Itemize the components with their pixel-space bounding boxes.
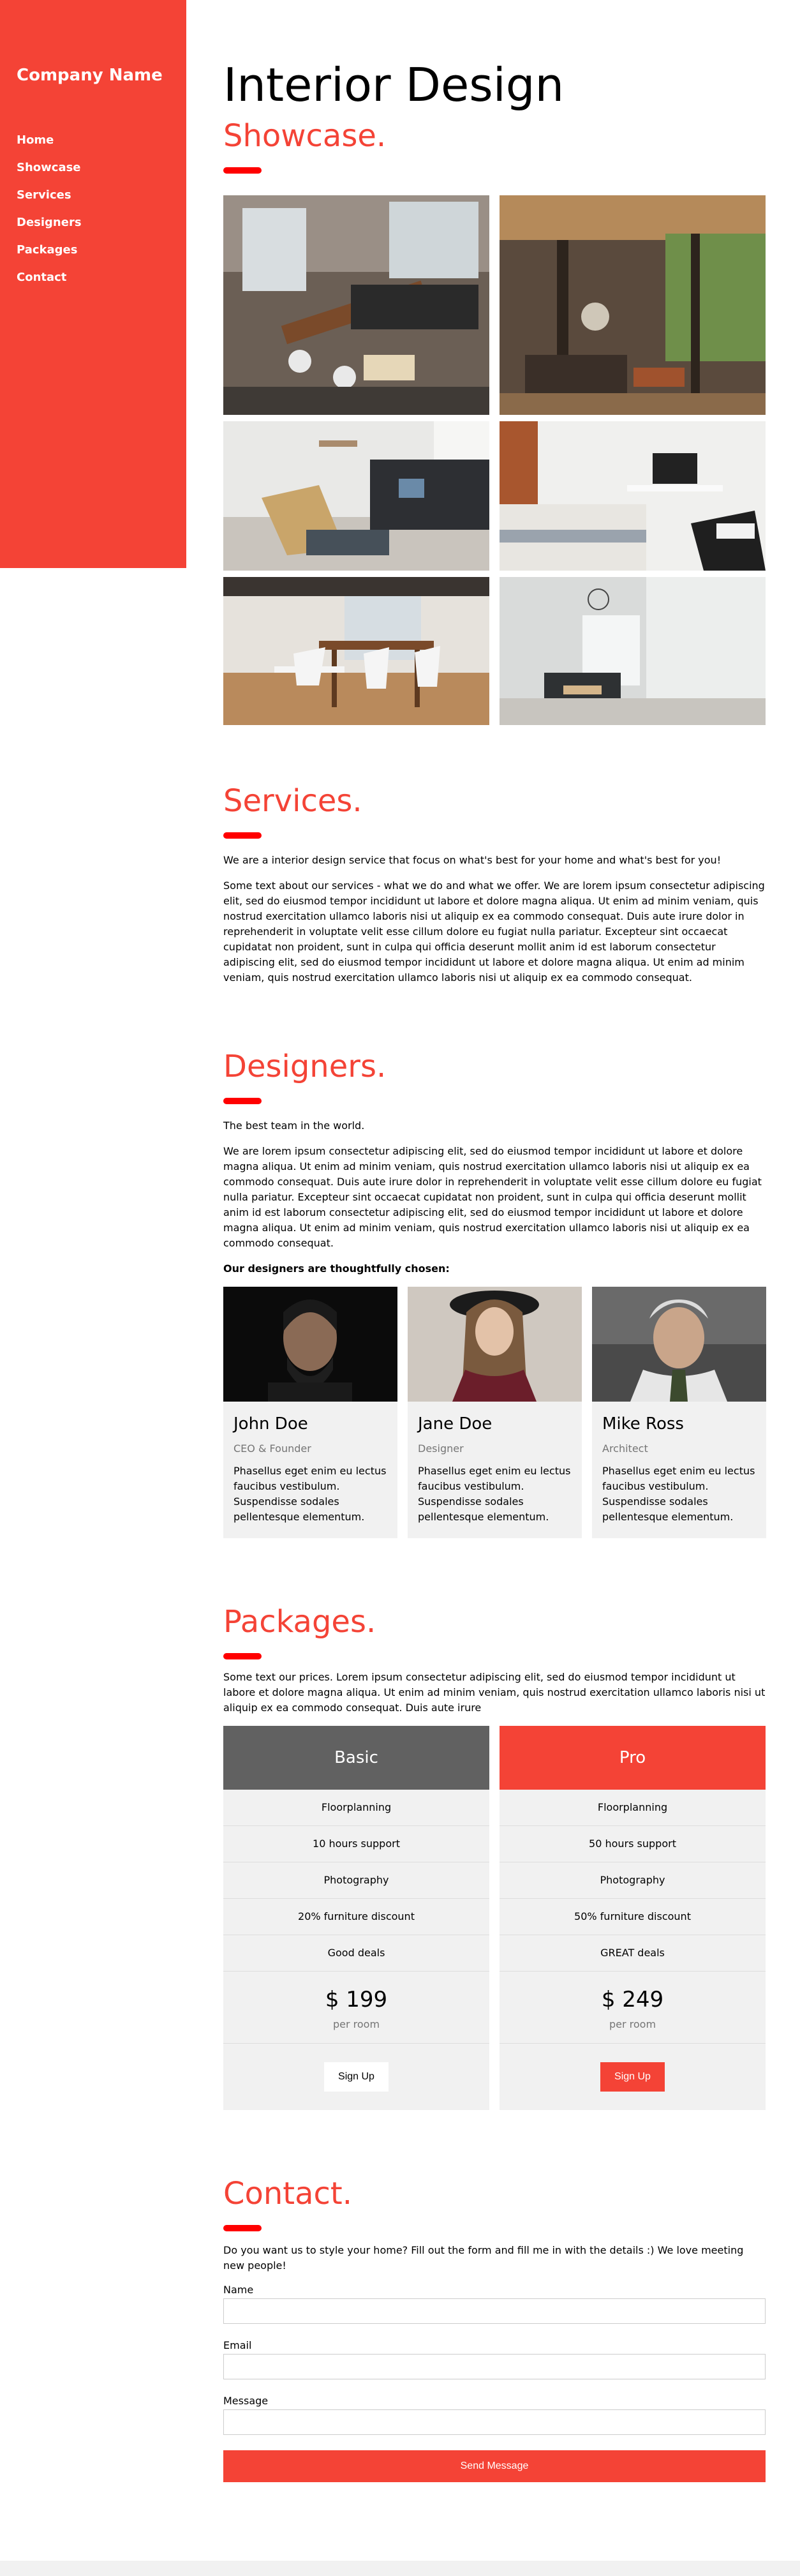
pricing-tables: Basic Floorplanning 10 hours support Pho…	[223, 1726, 766, 2110]
plan-feature: Good deals	[223, 1935, 489, 1972]
nav-contact[interactable]: Contact	[17, 264, 170, 291]
member-name: Mike Ross	[602, 1414, 684, 1434]
plan-name: Basic	[223, 1726, 489, 1790]
page-footer	[0, 2561, 800, 2576]
plan-price-amount: $ 199	[325, 1987, 388, 2012]
services-intro: We are a interior design service that fo…	[223, 854, 722, 866]
plan-feature: GREAT deals	[500, 1935, 766, 1972]
sidebar-nav: Home Showcase Services Designers Package…	[17, 126, 170, 291]
contact-title: Contact.	[223, 2176, 353, 2212]
name-field[interactable]	[223, 2298, 766, 2324]
services-title: Services.	[223, 783, 362, 819]
avatar	[223, 1287, 397, 1402]
send-message-button[interactable]: Send Message	[223, 2450, 766, 2482]
contact-form: Name Email Message Send Message	[223, 2284, 766, 2482]
plan-price: $ 199 per room	[223, 1972, 489, 2044]
name-label: Name	[223, 2284, 254, 2296]
designers-intro: The best team in the world.	[223, 1120, 365, 1132]
plan-feature: 20% furniture discount	[223, 1899, 489, 1935]
team-card: John Doe CEO & Founder Phasellus eget en…	[223, 1287, 397, 1538]
sidebar: Company Name Home Showcase Services Desi…	[0, 0, 186, 568]
showcase-photo-living[interactable]	[223, 421, 489, 571]
nav-services[interactable]: Services	[17, 181, 170, 209]
sign-up-button[interactable]: Sign Up	[324, 2062, 389, 2092]
showcase-photo-bedroom[interactable]	[500, 421, 766, 571]
plan-name: Pro	[500, 1726, 766, 1790]
designers-divider	[223, 1098, 262, 1104]
plan-price-unit: per room	[609, 2018, 656, 2030]
designers-section: Designers. The best team in the world. W…	[223, 985, 766, 1538]
plan-feature: Floorplanning	[223, 1790, 489, 1826]
plan-feature: 50 hours support	[500, 1826, 766, 1862]
plan-feature: Photography	[500, 1862, 766, 1899]
nav-packages[interactable]: Packages	[17, 236, 170, 264]
sign-up-button[interactable]: Sign Up	[600, 2062, 665, 2092]
team-card-info: Jane Doe Designer Phasellus eget enim eu…	[408, 1402, 582, 1531]
member-name: Jane Doe	[418, 1414, 493, 1434]
showcase-divider	[223, 167, 262, 174]
plan-basic: Basic Floorplanning 10 hours support Pho…	[223, 1726, 489, 2110]
message-field[interactable]	[223, 2409, 766, 2435]
plan-feature: Floorplanning	[500, 1790, 766, 1826]
contact-section: Contact. Do you want us to style your ho…	[223, 2110, 766, 2482]
member-bio: Phasellus eget enim eu lectus faucibus v…	[233, 1465, 387, 1523]
services-divider	[223, 832, 262, 839]
plan-price-amount: $ 249	[601, 1987, 664, 2012]
message-label: Message	[223, 2395, 269, 2407]
packages-title: Packages.	[223, 1604, 376, 1640]
avatar	[408, 1287, 582, 1402]
team-card-info: John Doe CEO & Founder Phasellus eget en…	[223, 1402, 397, 1531]
member-bio: Phasellus eget enim eu lectus faucibus v…	[418, 1465, 571, 1523]
team-card: Jane Doe Designer Phasellus eget enim eu…	[408, 1287, 582, 1538]
nav-home[interactable]: Home	[17, 126, 170, 154]
designers-lead: Our designers are thoughtfully chosen:	[223, 1262, 450, 1275]
team-card: Mike Ross Architect Phasellus eget enim …	[592, 1287, 766, 1538]
member-role: Designer	[418, 1442, 464, 1455]
contact-intro: Do you want us to style your home? Fill …	[223, 2244, 744, 2272]
avatar	[592, 1287, 766, 1402]
packages-section: Packages. Some text our prices. Lorem ip…	[223, 1538, 766, 2110]
email-label: Email	[223, 2339, 252, 2351]
showcase-gallery	[223, 195, 766, 725]
member-name: John Doe	[233, 1414, 308, 1434]
plan-feature: Photography	[223, 1862, 489, 1899]
plan-footer: Sign Up	[500, 2044, 766, 2110]
main-content: Interior Design Showcase. Services. We a…	[223, 0, 766, 2482]
team-card-info: Mike Ross Architect Phasellus eget enim …	[592, 1402, 766, 1531]
showcase-photo-lounge[interactable]	[500, 195, 766, 415]
plan-footer: Sign Up	[223, 2044, 489, 2110]
plan-feature: 50% furniture discount	[500, 1899, 766, 1935]
plan-price-unit: per room	[332, 2018, 380, 2030]
designers-body: We are lorem ipsum consectetur adipiscin…	[223, 1145, 762, 1249]
designers-title: Designers.	[223, 1049, 387, 1084]
plan-feature: 10 hours support	[223, 1826, 489, 1862]
services-section: Services. We are a interior design servi…	[223, 725, 766, 985]
plan-pro: Pro Floorplanning 50 hours support Photo…	[500, 1726, 766, 2110]
email-field[interactable]	[223, 2354, 766, 2379]
nav-designers[interactable]: Designers	[17, 209, 170, 236]
showcase-photo-kitchen[interactable]	[223, 195, 489, 415]
showcase-title: Showcase.	[223, 118, 387, 154]
services-body: Some text about our services - what we d…	[223, 880, 765, 984]
showcase-photo-dining[interactable]	[223, 577, 489, 725]
packages-divider	[223, 1653, 262, 1659]
member-bio: Phasellus eget enim eu lectus faucibus v…	[602, 1465, 755, 1523]
brand-name: Company Name	[17, 66, 163, 85]
member-role: CEO & Founder	[233, 1442, 311, 1455]
nav-showcase[interactable]: Showcase	[17, 154, 170, 181]
showcase-photo-sitting[interactable]	[500, 577, 766, 725]
packages-intro: Some text our prices. Lorem ipsum consec…	[223, 1671, 766, 1714]
member-role: Architect	[602, 1442, 648, 1455]
contact-divider	[223, 2225, 262, 2231]
plan-price: $ 249 per room	[500, 1972, 766, 2044]
page-title: Interior Design	[223, 58, 565, 112]
team-grid: John Doe CEO & Founder Phasellus eget en…	[223, 1287, 766, 1538]
